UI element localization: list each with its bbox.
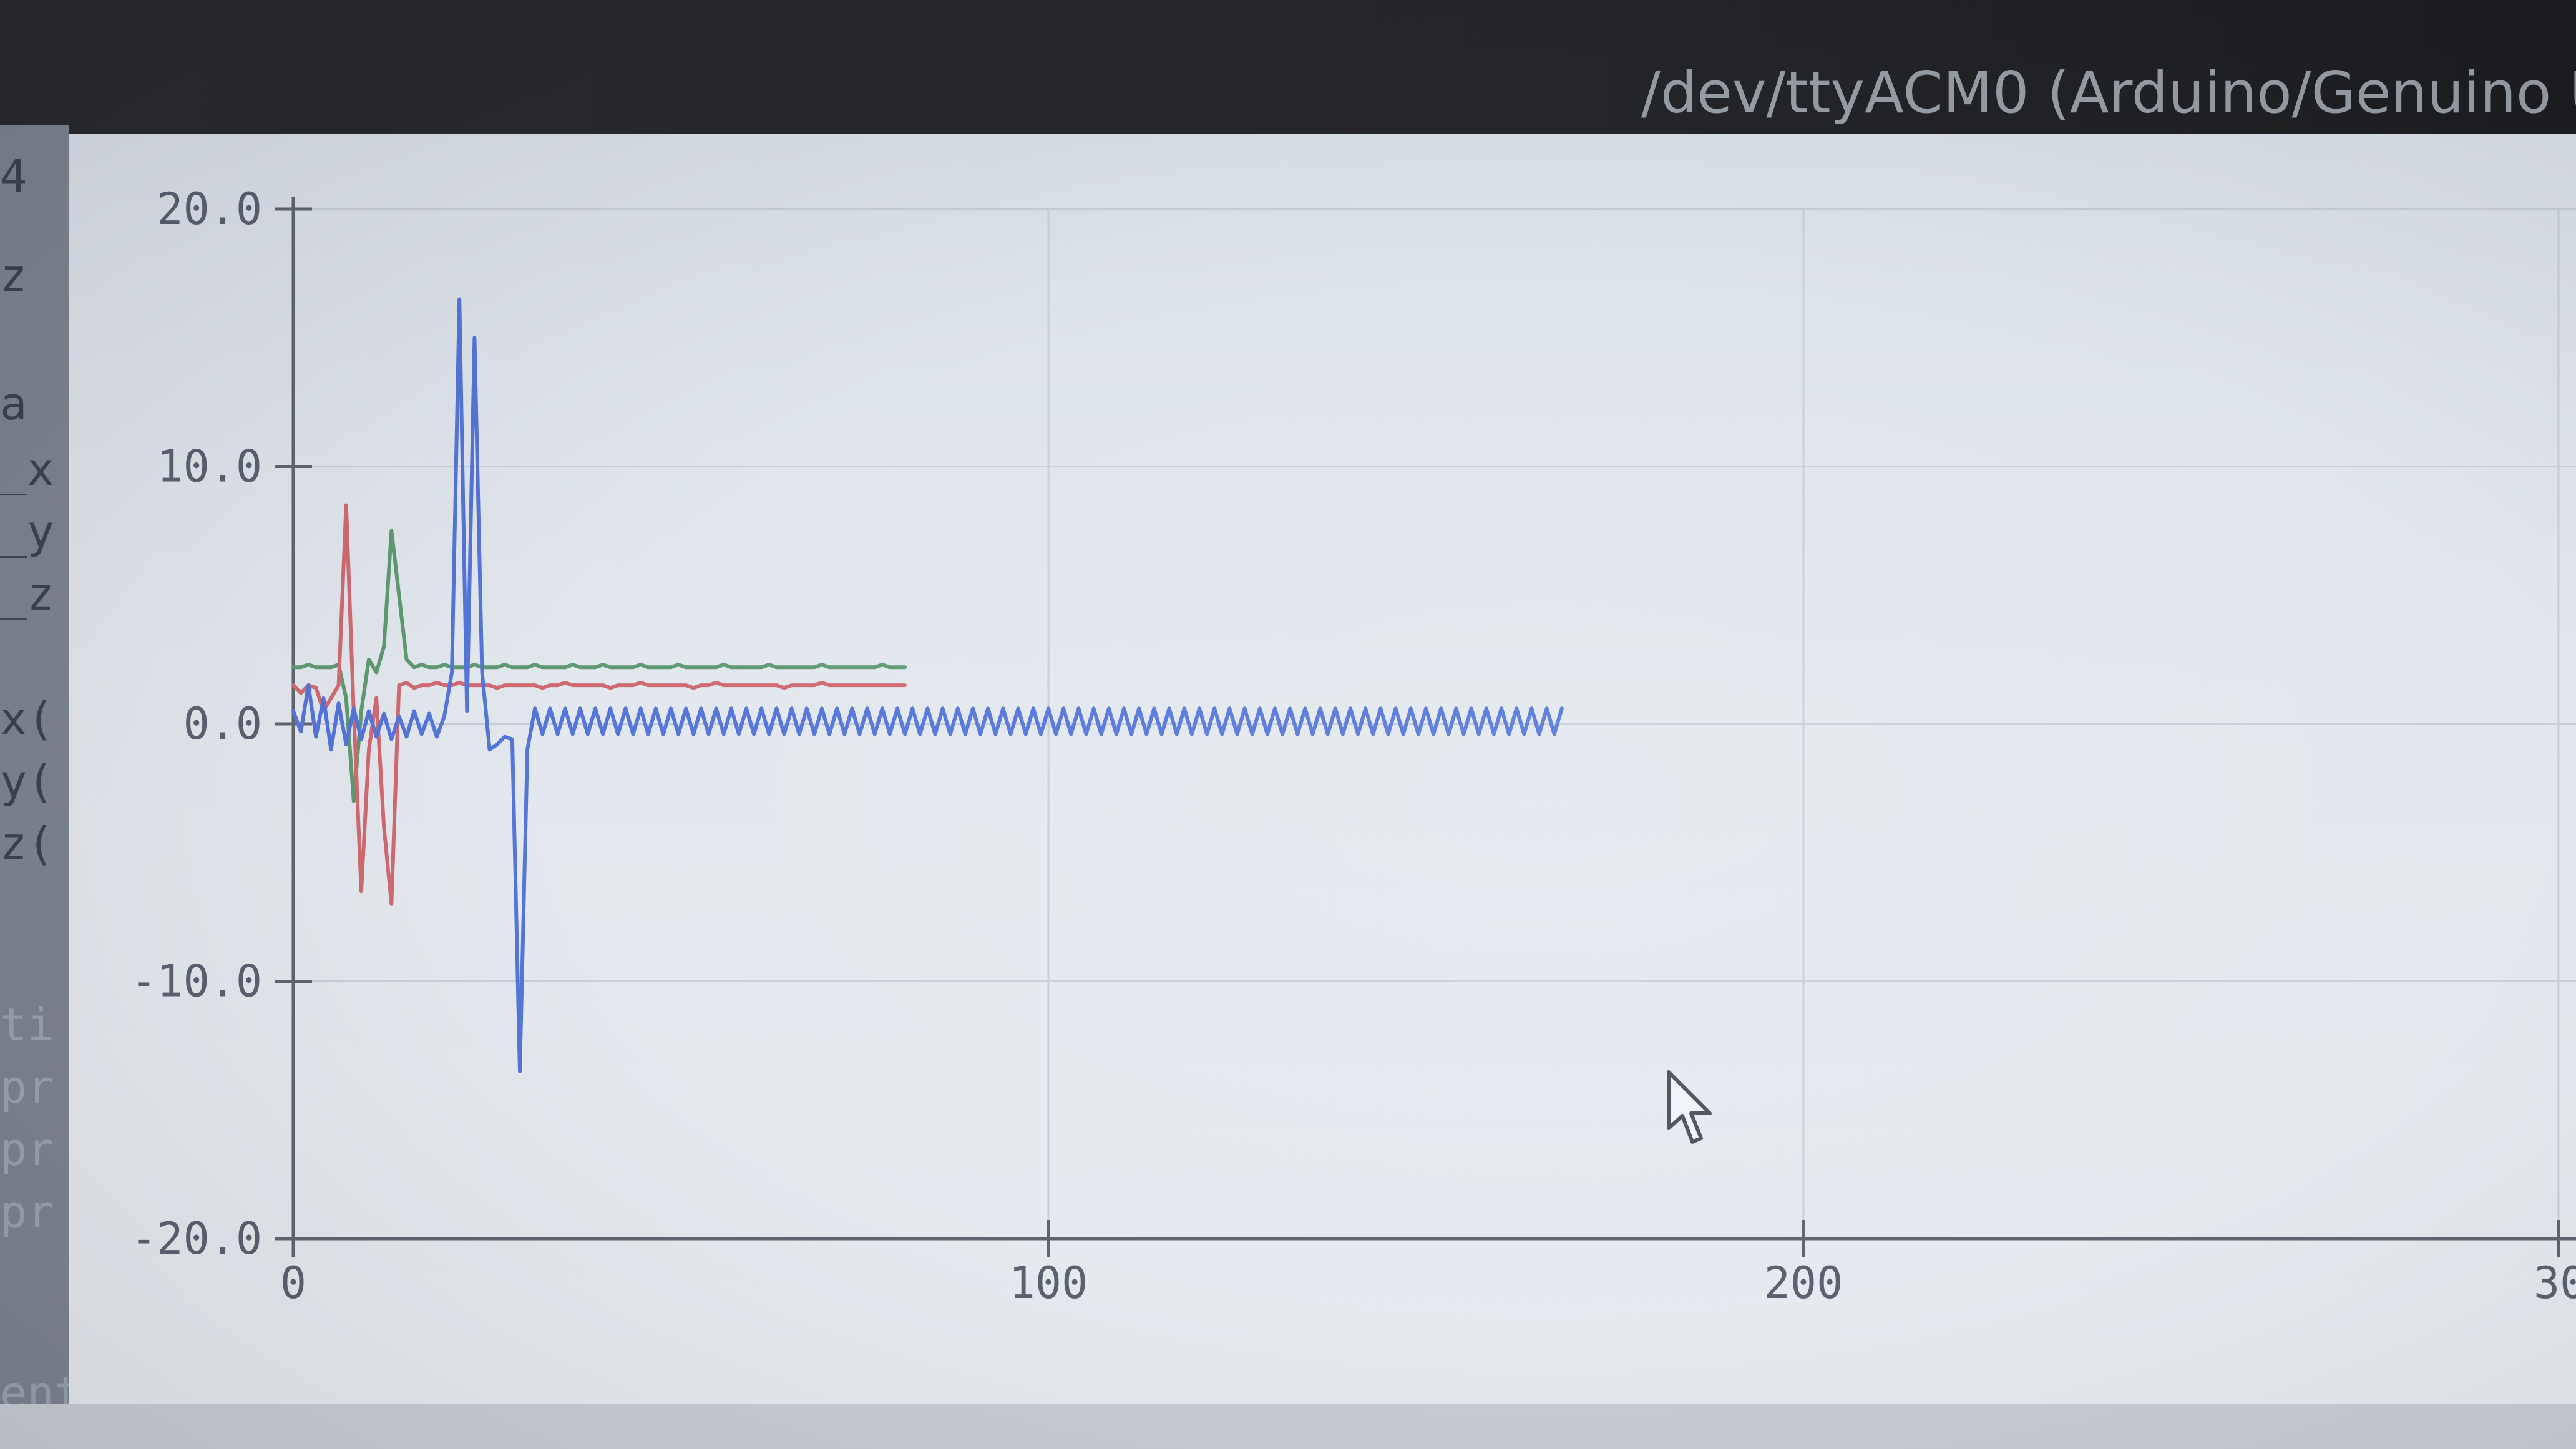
x-tick-label: 30 — [2534, 1257, 2576, 1309]
serial-plotter-screen: /dev/ttyACM0 (Arduino/Genuino U 4 z a _x _y _… — [0, 0, 2576, 1449]
x-tick-label: 0 — [280, 1257, 306, 1309]
mouse-pointer-icon — [1667, 1070, 1712, 1144]
y-tick-label: -10.0 — [130, 956, 262, 1007]
series-red-line — [291, 503, 907, 906]
y-tick-label: 10.0 — [157, 441, 262, 492]
series-blue-line — [291, 297, 1564, 1073]
chart: 20.0 10.0 0.0 -10.0 -20.0 0 100 200 30 — [130, 183, 2576, 1309]
y-tick-label: 20.0 — [157, 183, 262, 235]
x-tick-label: 200 — [1764, 1257, 1843, 1309]
y-tick-label: 0.0 — [183, 698, 262, 749]
y-tick-label: -20.0 — [130, 1213, 262, 1264]
x-tick-label: 100 — [1009, 1257, 1088, 1309]
series-green-line — [291, 529, 907, 803]
series-layer — [291, 297, 1564, 1073]
